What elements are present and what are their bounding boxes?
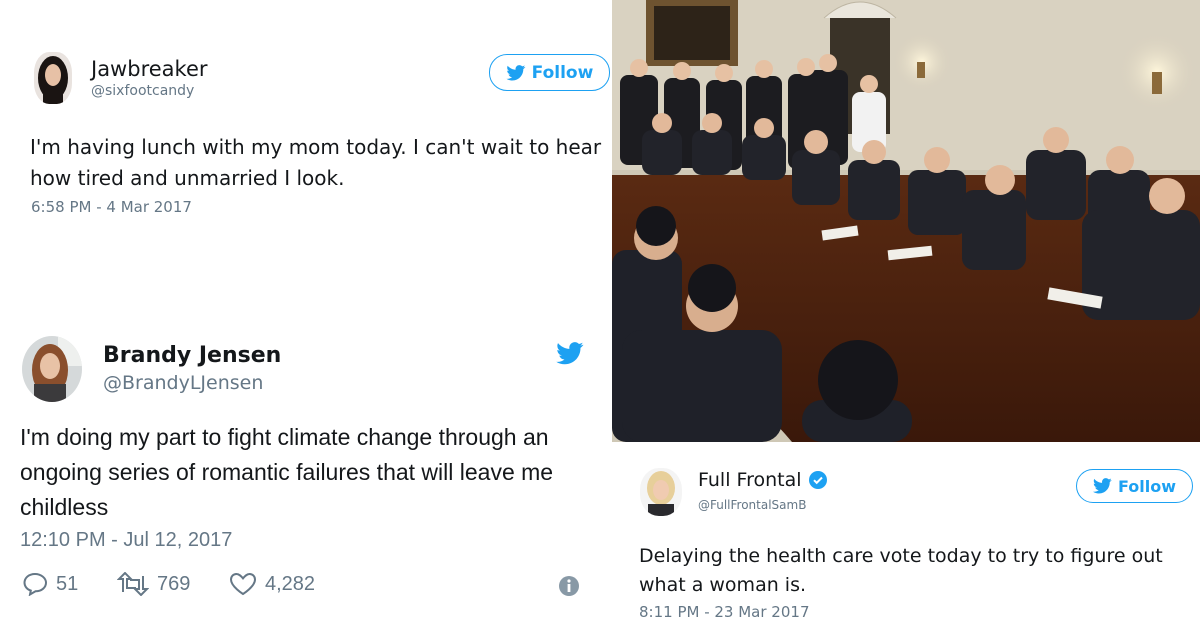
avatar[interactable] xyxy=(22,336,82,402)
retweet-count: 769 xyxy=(157,572,191,595)
verified-badge-icon xyxy=(808,471,827,489)
tweet-text: I'm having lunch with my mom today. I ca… xyxy=(30,135,602,190)
like-count: 4,282 xyxy=(265,572,316,595)
avatar-image xyxy=(34,52,72,104)
tweet-card-jawbreaker: Jawbreaker @sixfootcandy Follow I'm havi… xyxy=(0,0,612,235)
tweet-timestamp[interactable]: 6:58 PM - 4 Mar 2017 xyxy=(31,198,192,216)
handle[interactable]: @FullFrontalSamB xyxy=(698,498,806,512)
follow-button[interactable]: Follow xyxy=(1076,469,1193,503)
display-name[interactable]: Brandy Jensen xyxy=(103,343,281,368)
handle[interactable]: @BrandyLJensen xyxy=(103,372,263,394)
twitter-bird-icon xyxy=(1092,478,1112,494)
display-name[interactable]: Jawbreaker xyxy=(91,57,208,81)
twitter-bird-icon xyxy=(506,64,525,81)
reply-icon xyxy=(23,572,48,596)
like-action[interactable]: 4,282 xyxy=(229,572,315,596)
avatar-image xyxy=(640,468,682,516)
tweet-card-brandy-jensen: Brandy Jensen @BrandyLJensen I'm doing m… xyxy=(0,320,600,628)
tweet-timestamp[interactable]: 8:11 PM - 23 Mar 2017 xyxy=(639,603,810,621)
info-icon[interactable] xyxy=(558,575,580,601)
avatar-image xyxy=(22,336,82,402)
follow-label: Follow xyxy=(531,62,594,83)
name-row: Full Frontal xyxy=(698,469,827,491)
reply-count: 51 xyxy=(56,572,79,595)
avatar[interactable] xyxy=(34,52,72,104)
handle[interactable]: @sixfootcandy xyxy=(91,83,194,99)
retweet-action[interactable]: 769 xyxy=(117,572,190,596)
tweet-card-full-frontal: Full Frontal @FullFrontalSamB Follow Del… xyxy=(612,442,1200,628)
twitter-bird-icon[interactable] xyxy=(556,342,584,369)
retweet-icon xyxy=(117,572,149,596)
follow-button[interactable]: Follow xyxy=(489,54,610,91)
avatar[interactable] xyxy=(640,468,682,516)
heart-icon xyxy=(229,572,257,596)
meeting-photo xyxy=(612,0,1200,442)
tweet-text: I'm doing my part to fight climate chang… xyxy=(20,424,554,520)
tweet-text: Delaying the health care vote today to t… xyxy=(639,545,1163,596)
cabinet-room-photo xyxy=(612,0,1200,442)
reply-action[interactable]: 51 xyxy=(22,572,78,596)
tweet-timestamp[interactable]: 12:10 PM - Jul 12, 2017 xyxy=(20,529,232,552)
display-name[interactable]: Full Frontal xyxy=(698,469,802,491)
follow-label: Follow xyxy=(1117,476,1176,496)
